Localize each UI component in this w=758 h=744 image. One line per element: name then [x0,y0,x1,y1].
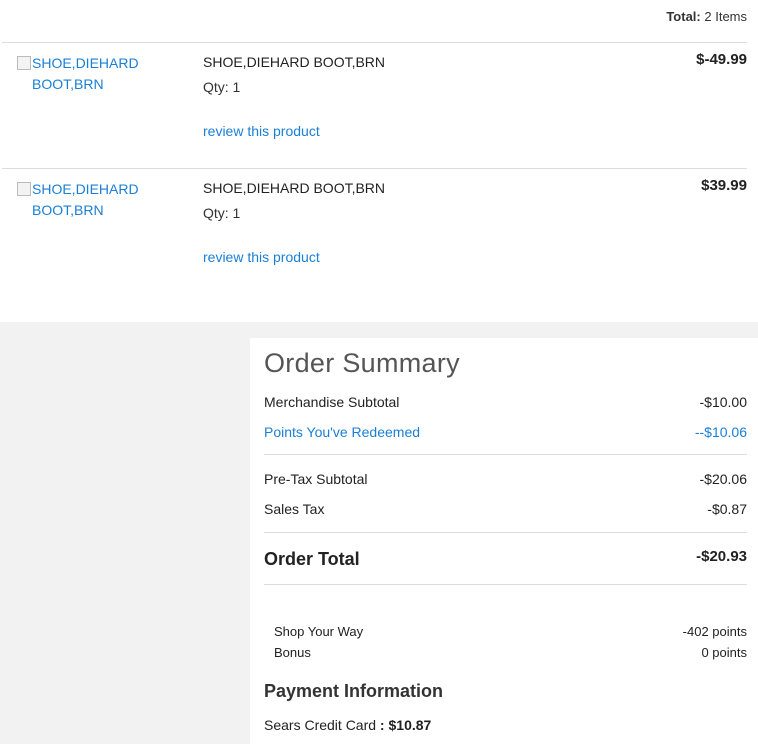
product-price-2: $39.99 [701,177,747,194]
points-redeemed-row[interactable]: Points You've Redeemed --$10.06 [264,424,747,440]
payment-separator: : [376,717,389,733]
pretax-subtotal-label: Pre-Tax Subtotal [264,471,368,487]
shop-your-way-value: -402 points [682,624,747,639]
pretax-subtotal-value: -$20.06 [699,471,747,487]
bonus-value: 0 points [701,645,747,660]
product-name-1: SHOE,DIEHARD BOOT,BRN [203,54,386,70]
product-qty-1: Qty: 1 [203,79,241,95]
payment-amount: $10.87 [388,717,432,733]
payment-method-row: Sears Credit Card : $10.87 [264,717,431,733]
payment-method-label: Sears Credit Card [264,717,377,733]
cart-total-label: Total: [666,9,701,24]
product-name-2: SHOE,DIEHARD BOOT,BRN [203,180,386,196]
sales-tax-row: Sales Tax -$0.87 [264,501,747,517]
summary-divider-2 [264,532,747,533]
cart-total-value: 2 Items [704,9,747,24]
broken-image-icon [16,55,32,71]
review-product-link-1[interactable]: review this product [203,123,320,139]
order-summary-title: Order Summary [264,348,460,378]
pretax-subtotal-row: Pre-Tax Subtotal -$20.06 [264,471,747,487]
cart-divider-top [2,42,747,43]
order-total-row: Order Total -$20.93 [264,548,747,570]
merchandise-subtotal-row: Merchandise Subtotal -$10.00 [264,394,747,410]
bonus-row: Bonus 0 points [274,645,747,660]
summary-divider-1 [264,454,747,455]
payment-information-title: Payment Information [264,681,444,701]
merchandise-subtotal-value: -$10.00 [699,394,747,410]
product-price-1: $-49.99 [696,51,747,68]
sales-tax-value: -$0.87 [707,501,747,517]
order-total-value: -$20.93 [696,548,747,565]
points-redeemed-value: --$10.06 [694,424,747,440]
bonus-label: Bonus [274,645,311,660]
product-image-alt-2: SHOE,DIEHARD BOOT,BRN [32,181,139,218]
shop-your-way-label: Shop Your Way [274,624,364,639]
product-image-2[interactable]: SHOE,DIEHARD BOOT,BRN [16,179,166,221]
product-image-1[interactable]: SHOE,DIEHARD BOOT,BRN [16,53,166,95]
order-summary-panel: Order Summary Merchandise Subtotal -$10.… [250,338,758,744]
merchandise-subtotal-label: Merchandise Subtotal [264,394,400,410]
product-image-alt-1: SHOE,DIEHARD BOOT,BRN [32,55,139,92]
order-total-label: Order Total [264,549,360,569]
product-qty-2: Qty: 1 [203,205,241,221]
cart-total: Total: 2 Items [666,9,747,24]
summary-divider-3 [264,584,747,585]
points-redeemed-link[interactable]: Points You've Redeemed [264,424,420,440]
cart-divider-middle [2,168,747,169]
broken-image-icon [16,181,32,197]
sales-tax-label: Sales Tax [264,501,325,517]
review-product-link-2[interactable]: review this product [203,249,320,265]
shop-your-way-row: Shop Your Way -402 points [274,624,747,639]
